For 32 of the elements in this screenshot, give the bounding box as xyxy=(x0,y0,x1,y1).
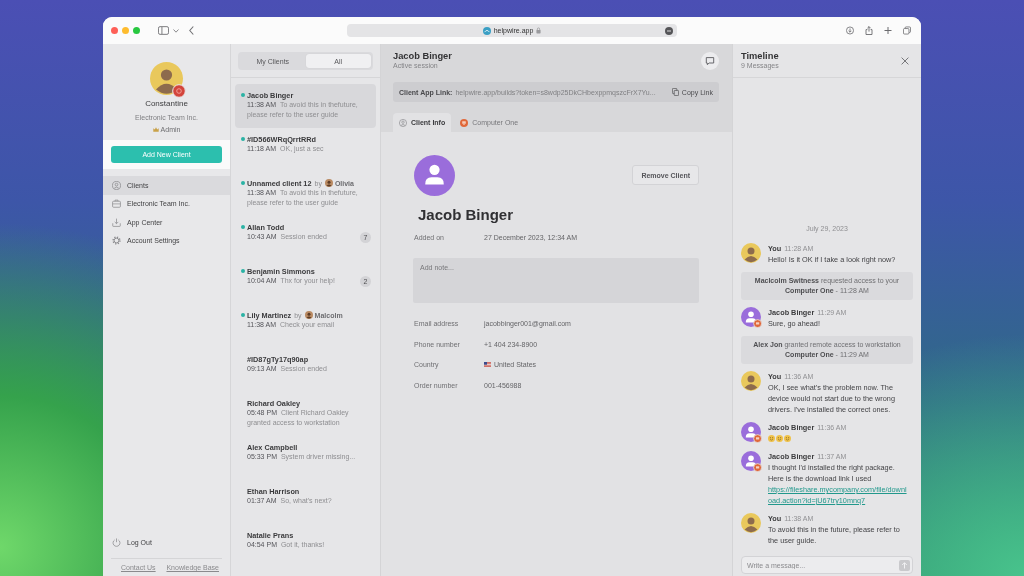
tabs-icon[interactable] xyxy=(903,26,911,35)
close-window-icon[interactable] xyxy=(111,27,118,34)
download-icon[interactable] xyxy=(846,26,854,35)
agent-avatar-icon xyxy=(304,311,313,319)
person-circle-icon xyxy=(112,180,121,190)
gear-icon xyxy=(112,236,121,246)
power-icon xyxy=(112,537,121,547)
person-circle-icon xyxy=(399,118,407,127)
sidebar-toggle-icon[interactable] xyxy=(158,26,169,35)
avatar-icon xyxy=(150,62,186,98)
chat-bubble-icon[interactable] xyxy=(701,52,719,70)
lock-icon xyxy=(536,27,542,34)
close-icon[interactable] xyxy=(901,57,909,65)
crown-icon xyxy=(152,127,159,132)
plus-icon[interactable] xyxy=(884,26,892,35)
briefcase-icon xyxy=(112,199,121,209)
client-name-title: Jacob Binger xyxy=(393,51,452,61)
user-avatar-icon xyxy=(414,155,455,196)
user-name: Constantine xyxy=(145,99,188,109)
zoom-window-icon[interactable] xyxy=(133,27,140,34)
back-icon[interactable] xyxy=(189,26,194,35)
agent-avatar-icon xyxy=(324,179,333,187)
download-tray-icon xyxy=(112,217,121,227)
monitor-icon xyxy=(460,118,469,127)
minus-circle-icon[interactable] xyxy=(665,26,673,35)
share-icon[interactable] xyxy=(865,26,873,35)
timeline-title: Timeline xyxy=(741,51,779,61)
favicon-icon xyxy=(482,26,491,35)
chevron-down-icon[interactable] xyxy=(173,28,179,33)
client-heading: Jacob Binger xyxy=(417,206,515,223)
flag-icon xyxy=(484,362,491,368)
copy-icon xyxy=(671,88,679,96)
